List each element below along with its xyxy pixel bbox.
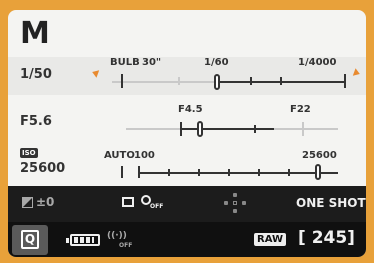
aperture-value[interactable]: F5.6 [20,114,52,129]
image-quality-badge[interactable]: RAW [254,233,287,246]
iso-tick [228,169,230,176]
iso-slider-handle[interactable] [315,164,321,180]
iso-min-label: 100 [134,150,155,161]
aperture-max-label: F22 [290,104,311,115]
shutter-scale-active [218,81,346,83]
shutter-tick [178,77,180,85]
quick-menu-label: Q [24,232,36,246]
shutter-tick [344,74,346,88]
shooting-mode[interactable]: M [20,16,50,51]
wifi-icon[interactable]: ((·)) [107,231,127,241]
aperture-scale-active [180,128,274,130]
af-area-icon[interactable] [224,193,246,213]
shutter-tick [280,77,282,85]
exposure-comp-value[interactable]: ±0 [36,195,54,209]
single-shot-icon[interactable] [122,197,134,207]
shutter-1-60-label: 1/60 [204,57,229,68]
shutter-slider-handle[interactable] [214,74,220,90]
battery-icon [70,234,100,246]
shutter-speed-value[interactable]: 1/50 [20,67,52,82]
iso-icon: ISO [20,148,38,158]
shutter-scale-inactive [112,81,220,83]
aperture-slider-handle[interactable] [197,121,203,137]
quick-menu-button[interactable]: Q [12,225,48,255]
shutter-tick [121,74,123,88]
status-bar: ±0 OFF ONE SHOT [8,186,366,222]
iso-tick [258,169,260,176]
shots-remaining: [ 245] [298,228,355,248]
aperture-tick [302,122,304,136]
iso-tick [168,169,170,176]
iso-tick [288,169,290,176]
aperture-min-label: F4.5 [178,104,203,115]
aperture-scale-inactive [126,128,182,130]
aperture-tick [180,122,182,136]
camera-frame: M 1/50 BULB 30" 1/60 1/4000 F5.6 F4.5 F2… [0,0,374,263]
shutter-1-4000-label: 1/4000 [298,57,337,68]
shutter-30s-label: 30" [142,57,162,68]
aperture-scale-inactive [274,128,338,130]
exposure-comp-icon [22,197,33,208]
aperture-tick [254,125,256,133]
af-mode-value[interactable]: ONE SHOT [296,196,366,210]
iso-value[interactable]: 25600 [20,161,65,176]
shutter-bulb-label: BULB [110,57,140,68]
self-timer-label: OFF [150,203,164,210]
shutter-tick [250,77,252,85]
lcd-screen: M 1/50 BULB 30" 1/60 1/4000 F5.6 F4.5 F2… [8,10,366,257]
iso-auto-tick [121,166,123,178]
battery-terminal [66,238,69,243]
iso-tick [138,166,140,178]
wifi-status-label: OFF [119,242,133,249]
info-bar: Q ((·)) OFF RAW [ 245] [8,222,366,257]
iso-tick [198,169,200,176]
iso-max-label: 25600 [302,150,337,161]
iso-auto-label: AUTO [104,150,135,161]
